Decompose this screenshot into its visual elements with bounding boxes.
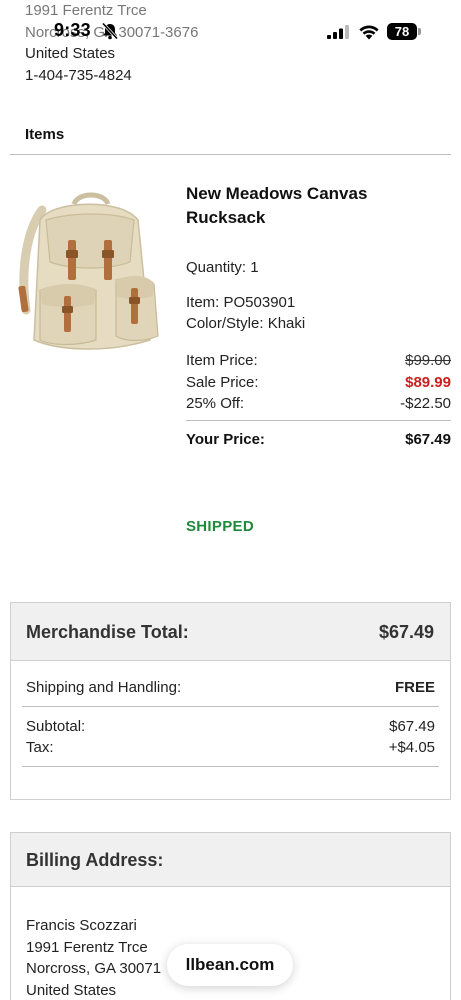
items-divider	[10, 154, 451, 155]
merchandise-total-label: Merchandise Total:	[26, 622, 189, 642]
product-color-style: Color/Style: Khaki	[186, 315, 306, 332]
merchandise-total-value: $67.49	[378, 622, 434, 642]
cellular-signal-icon	[327, 25, 349, 39]
billing-address-header: Billing Address:	[11, 833, 450, 887]
item-price-value: $99.00	[405, 352, 451, 369]
product-name[interactable]: New Meadows Canvas Rucksack	[186, 182, 426, 230]
silent-bell-icon	[101, 22, 119, 40]
tax-value: +$4.05	[388, 739, 435, 756]
totals-divider	[22, 706, 439, 707]
shipping-value: FREE	[394, 679, 435, 696]
item-price-row: Item Price: $99.00	[186, 352, 451, 369]
subtotal-value: $67.49	[389, 718, 435, 735]
your-price-value: $67.49	[405, 431, 451, 448]
price-divider	[186, 420, 451, 421]
backpack-image[interactable]	[12, 190, 168, 355]
item-price-label: Item Price:	[186, 352, 258, 369]
items-heading: Items	[25, 126, 65, 143]
battery-level: 78	[387, 23, 417, 40]
status-time: 9:33	[54, 20, 91, 40]
discount-value: -$22.50	[400, 395, 451, 412]
shipping-label: Shipping and Handling:	[26, 679, 182, 696]
status-bar: 9:33 78	[0, 16, 461, 46]
your-price-label: Your Price:	[186, 431, 265, 448]
battery-icon: 78	[387, 23, 421, 40]
order-totals-panel: Merchandise Total: $67.49 Shipping and H…	[10, 602, 451, 800]
billing-street: 1991 Ferentz Trce	[26, 938, 148, 956]
subtotal-row: Subtotal: $67.49	[26, 718, 435, 735]
wifi-icon	[359, 25, 379, 40]
shipping-country: United States	[25, 45, 116, 62]
browser-url-pill[interactable]: llbean.com	[167, 944, 293, 986]
sale-price-row: Sale Price: $89.99	[186, 374, 451, 391]
shipment-status: SHIPPED	[186, 518, 254, 535]
tax-label: Tax:	[26, 739, 54, 756]
billing-country: United States	[26, 981, 117, 999]
billing-name: Francis Scozzari	[26, 917, 137, 934]
subtotal-label: Subtotal:	[26, 718, 86, 735]
tax-row: Tax: +$4.05	[26, 739, 435, 756]
your-price-row: Your Price: $67.49	[186, 431, 451, 448]
sale-price-value: $89.99	[405, 374, 451, 391]
billing-city-line: Norcross, GA 30071	[26, 960, 162, 977]
billing-address-heading: Billing Address:	[26, 850, 164, 870]
discount-label: 25% Off:	[186, 395, 245, 412]
shipping-phone: 1-404-735-4824	[25, 66, 132, 84]
product-quantity: Quantity: 1	[186, 259, 259, 276]
discount-row: 25% Off: -$22.50	[186, 395, 451, 412]
shipping-row: Shipping and Handling: FREE	[26, 679, 435, 696]
sale-price-label: Sale Price:	[186, 374, 259, 391]
totals-divider-bottom	[22, 766, 439, 767]
product-item-number: Item: PO503901	[186, 294, 296, 311]
billing-address: Francis Scozzari 1991 Ferentz Trce Norcr…	[26, 915, 161, 1000]
merchandise-total-header: Merchandise Total: $67.49	[11, 603, 450, 661]
